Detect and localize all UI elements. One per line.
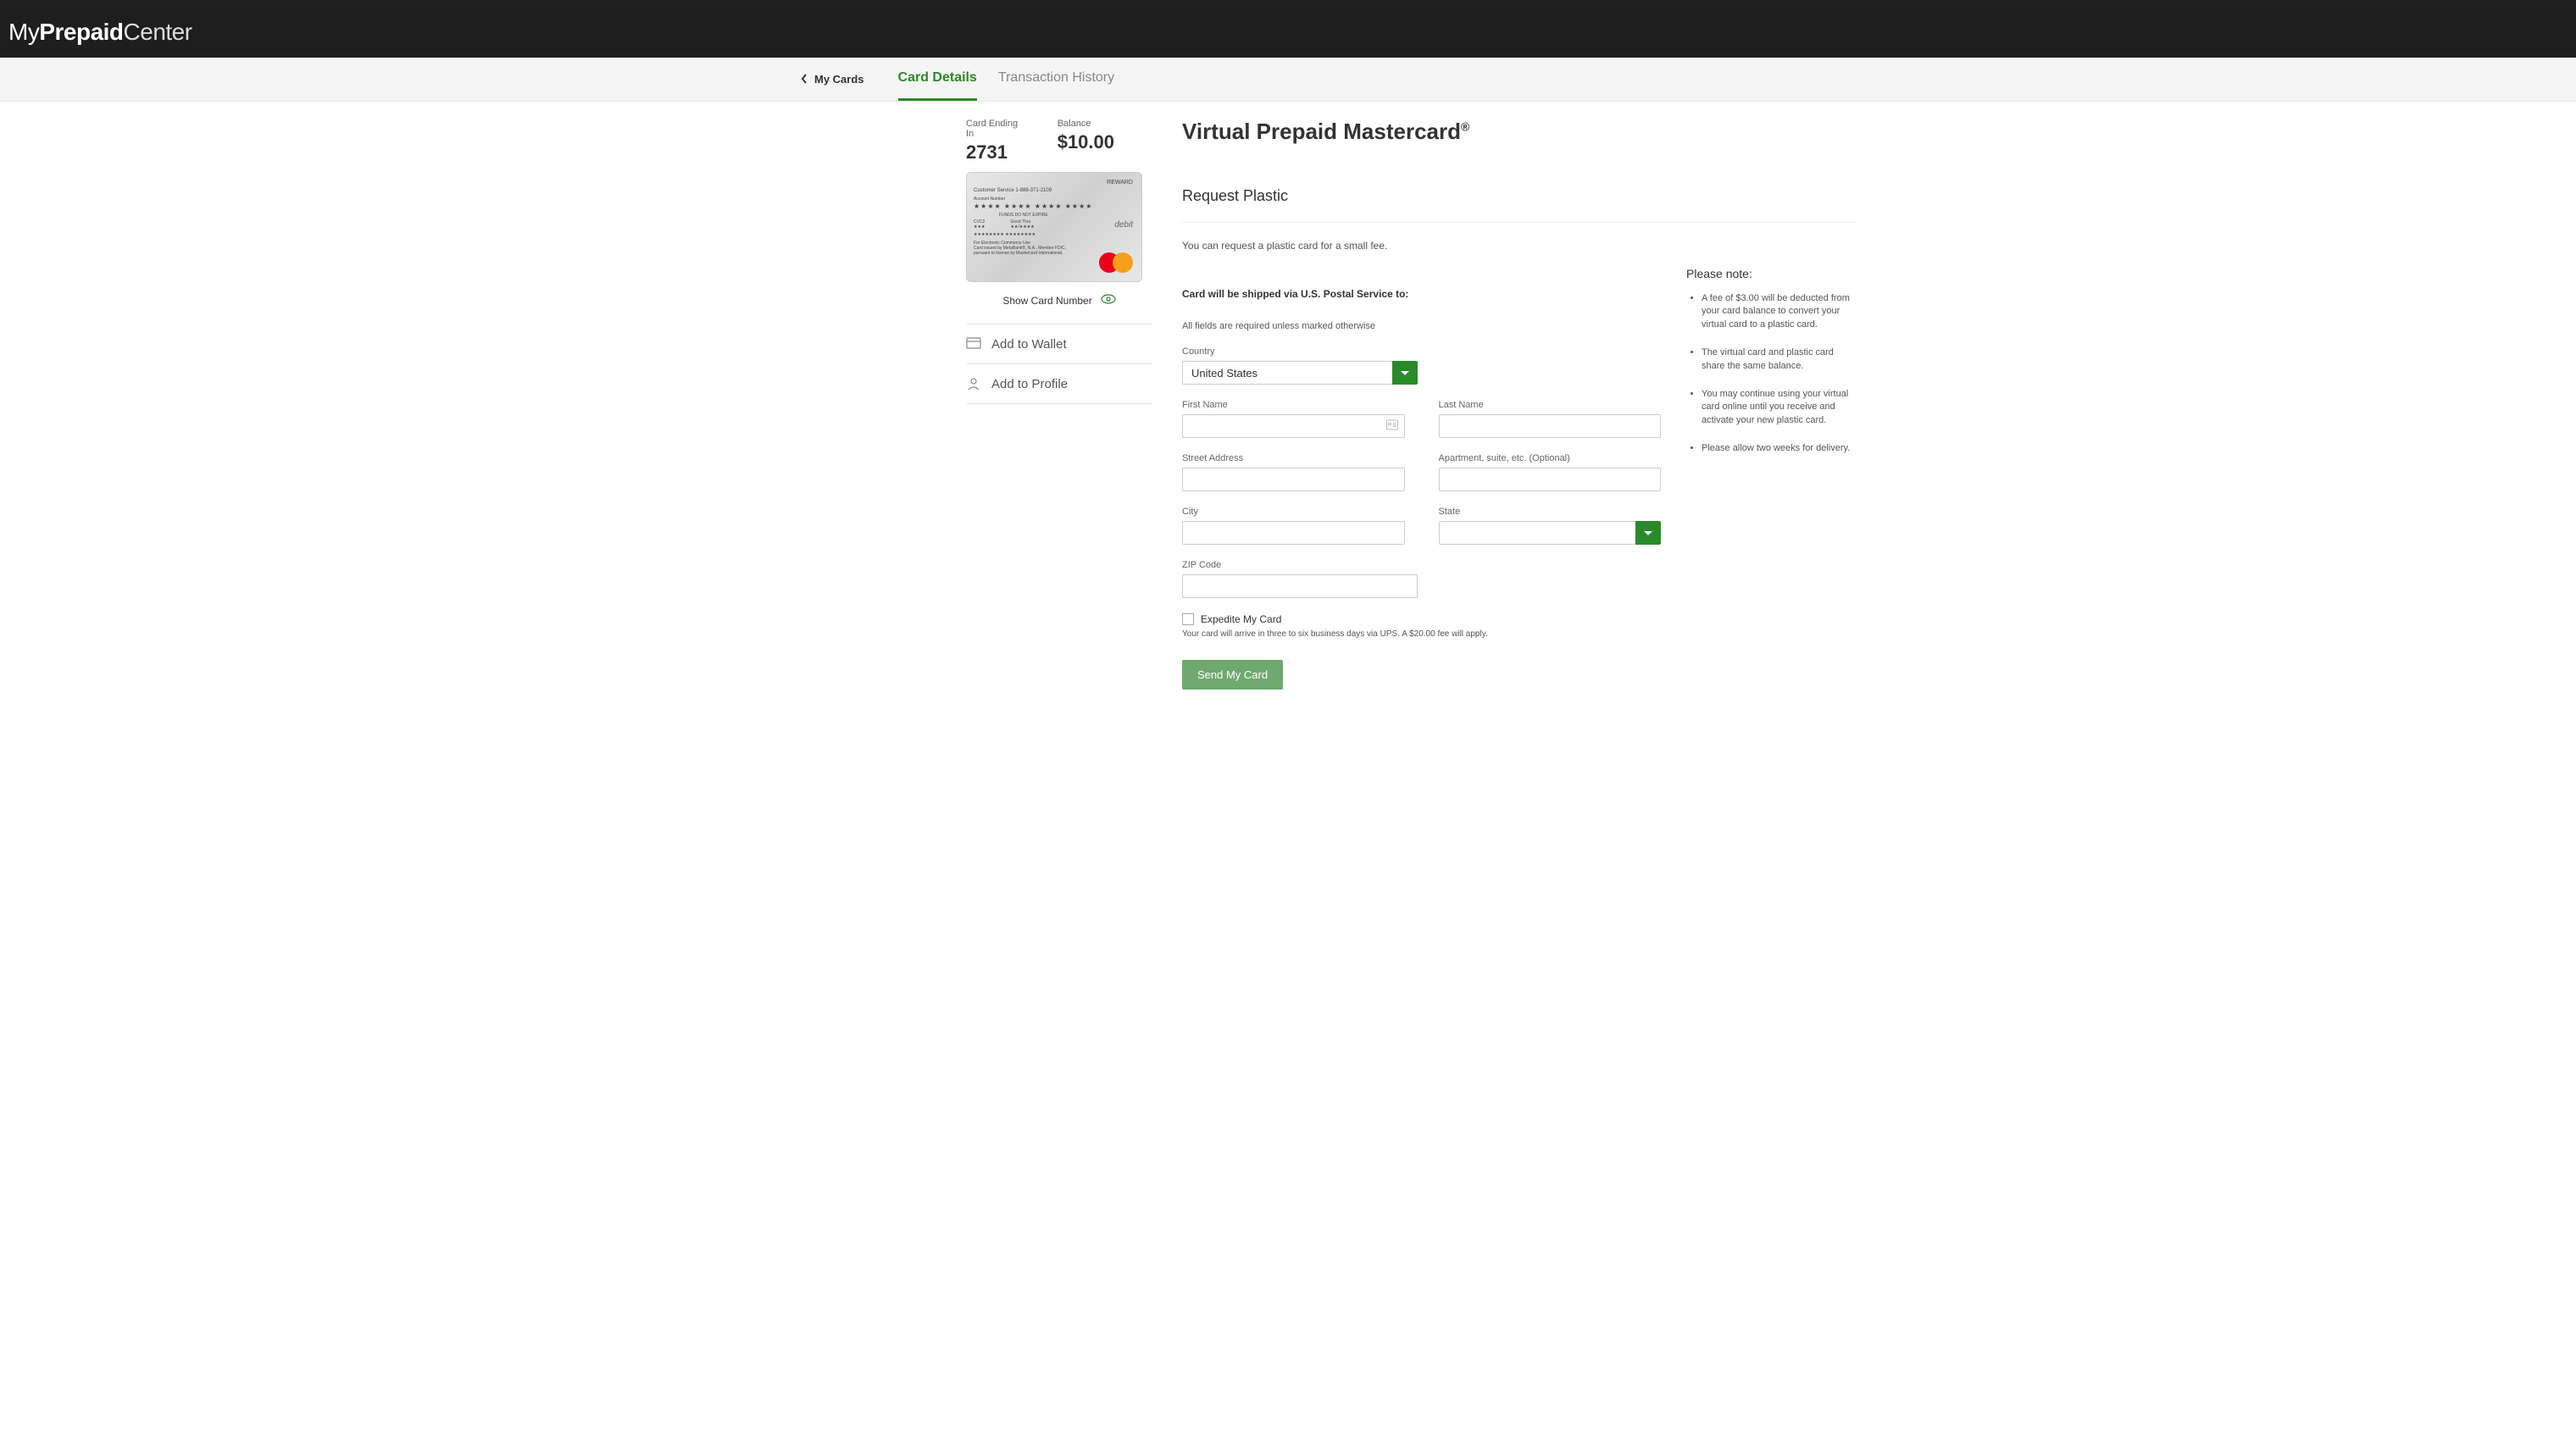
section-title: Request Plastic xyxy=(1182,187,1856,223)
caret-down-icon xyxy=(1401,371,1409,375)
note-item: The virtual card and plastic card share … xyxy=(1702,346,1856,373)
card-cvc: ★★★ xyxy=(974,224,985,230)
state-value xyxy=(1439,521,1636,545)
logo-suf: Center xyxy=(124,19,192,45)
city-input[interactable] xyxy=(1182,521,1405,545)
card-goodthru: ★★/★★★★ xyxy=(1010,224,1034,230)
card-image: REWARD Customer Service 1-888-371-2109 A… xyxy=(966,172,1142,282)
nav-bar: My Cards Card Details Transaction Histor… xyxy=(0,58,2576,102)
card-name: ★★★★★★★★ ★★★★★★★★ xyxy=(974,232,1135,237)
card-ending-label: Card Ending In xyxy=(966,119,1019,139)
add-to-profile-label: Add to Profile xyxy=(991,377,1068,391)
first-name-label: First Name xyxy=(1182,400,1405,410)
last-name-input[interactable] xyxy=(1439,414,1662,438)
street-label: Street Address xyxy=(1182,453,1405,463)
contact-card-icon xyxy=(1386,420,1398,433)
tab-card-details[interactable]: Card Details xyxy=(898,58,977,101)
send-my-card-button[interactable]: Send My Card xyxy=(1182,660,1283,690)
balance-value: $10.00 xyxy=(1058,131,1114,153)
card-account-label: Account Number xyxy=(974,197,1135,202)
zip-label: ZIP Code xyxy=(1182,560,1418,570)
chevron-left-icon xyxy=(801,73,808,86)
tab-transaction-history[interactable]: Transaction History xyxy=(998,58,1114,101)
note-item: You may continue using your virtual card… xyxy=(1702,388,1856,427)
intro-text: You can request a plastic card for a sma… xyxy=(1182,240,1856,252)
required-note: All fields are required unless marked ot… xyxy=(1182,321,1661,331)
show-card-number-label: Show Card Number xyxy=(1002,295,1091,307)
card-funds-note: FUNDS DO NOT EXPIRE xyxy=(999,213,1135,218)
caret-down-icon xyxy=(1644,531,1652,535)
country-label: Country xyxy=(1182,346,1418,357)
back-label: My Cards xyxy=(814,73,864,86)
add-to-wallet[interactable]: Add to Wallet xyxy=(966,324,1152,364)
zip-input[interactable] xyxy=(1182,574,1418,598)
note-item: A fee of $3.00 will be deducted from you… xyxy=(1702,292,1856,331)
last-name-label: Last Name xyxy=(1439,400,1662,410)
state-label: State xyxy=(1439,507,1662,517)
eye-icon xyxy=(1101,294,1116,307)
expedite-label: Expedite My Card xyxy=(1201,613,1281,625)
card-debit-label: debit xyxy=(1114,220,1133,230)
wallet-icon xyxy=(966,336,981,352)
logo-pre: My xyxy=(8,19,39,45)
state-dropdown-button[interactable] xyxy=(1635,521,1661,545)
expedite-note: Your card will arrive in three to six bu… xyxy=(1182,629,1661,639)
state-select[interactable] xyxy=(1439,521,1662,545)
card-ending-value: 2731 xyxy=(966,141,1019,163)
ship-note: Card will be shipped via U.S. Postal Ser… xyxy=(1182,288,1661,300)
mastercard-logo-icon xyxy=(1099,252,1133,273)
expedite-checkbox[interactable] xyxy=(1182,613,1194,625)
apt-label: Apartment, suite, etc. (Optional) xyxy=(1439,453,1662,463)
page-title: Virtual Prepaid Mastercard® xyxy=(1182,119,1856,145)
card-masked-number: ★★★★ ★★★★ ★★★★ ★★★★ xyxy=(974,202,1135,210)
add-to-profile[interactable]: Add to Profile xyxy=(966,364,1152,404)
city-label: City xyxy=(1182,507,1405,517)
show-card-number[interactable]: Show Card Number xyxy=(966,294,1152,307)
country-value: United States xyxy=(1182,361,1392,385)
back-my-cards[interactable]: My Cards xyxy=(801,60,864,99)
profile-icon xyxy=(966,376,981,391)
site-logo: MyPrepaidCenter xyxy=(8,19,192,45)
site-header: MyPrepaidCenter xyxy=(0,7,2576,58)
street-input[interactable] xyxy=(1182,468,1405,491)
card-customer-service: Customer Service 1-888-371-2109 xyxy=(974,188,1135,193)
logo-mid: Prepaid xyxy=(39,19,123,45)
first-name-input[interactable] xyxy=(1182,414,1405,438)
add-to-wallet-label: Add to Wallet xyxy=(991,337,1067,352)
note-item: Please allow two weeks for delivery. xyxy=(1702,442,1856,455)
apt-input[interactable] xyxy=(1439,468,1662,491)
card-reward: REWARD xyxy=(1107,180,1133,186)
balance-label: Balance xyxy=(1058,119,1114,129)
notes-title: Please note: xyxy=(1686,267,1856,280)
country-select[interactable]: United States xyxy=(1182,361,1418,385)
country-dropdown-button[interactable] xyxy=(1392,361,1418,385)
